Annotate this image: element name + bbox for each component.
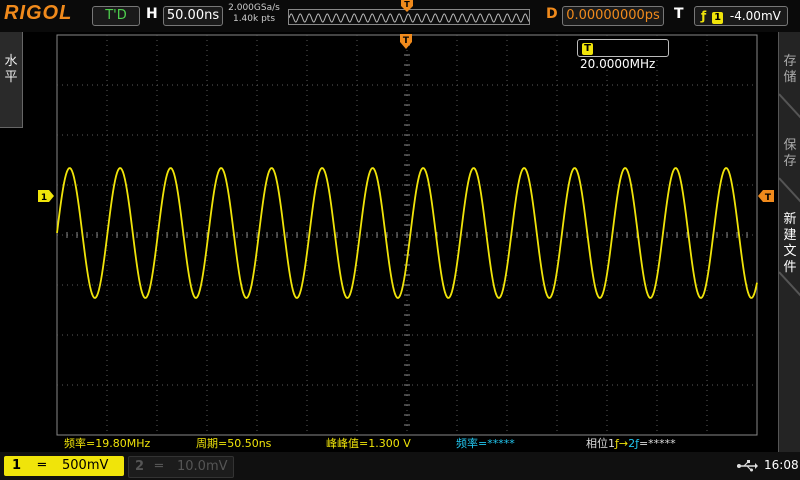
horizontal-menu-tab[interactable]: 水 平 <box>0 32 23 128</box>
softkey-dividers <box>779 93 800 297</box>
svg-text:T: T <box>403 36 410 46</box>
measurement-frequency: 频率=19.80MHz <box>64 437 151 450</box>
trigger-level-marker[interactable]: T <box>758 190 774 202</box>
delay-label: D <box>546 6 558 22</box>
trigger-settings[interactable]: ƒ 1 -4.00mV <box>694 6 788 26</box>
memory-depth: 1.40k pts <box>232 14 276 24</box>
ch1-offset-marker[interactable]: 1 <box>38 190 54 202</box>
dc-coupling-icon: ═ <box>38 458 46 473</box>
ch1-scale: 500mV <box>62 458 109 473</box>
brand-logo: RIGOL <box>4 2 73 24</box>
phase-value: =***** <box>638 437 676 450</box>
phase-label: 相位1 <box>586 437 615 450</box>
clock: 16:08 <box>764 458 799 472</box>
trigger-label: T <box>674 6 684 22</box>
rising-edge-icon: ƒ <box>701 9 707 23</box>
ch1-channel-button[interactable]: 1 ═ 500mV <box>4 456 124 476</box>
memory-waveform <box>288 13 530 23</box>
measurement-period: 周期=50.50ns <box>196 437 272 450</box>
ch2-channel-button[interactable]: 2 ═ 10.0mV <box>128 456 234 478</box>
sample-rate: 2.000GSa/s <box>228 3 280 13</box>
counter-badge: T <box>582 43 593 55</box>
memory-overview[interactable]: T <box>288 0 530 25</box>
trigger-source-badge: 1 <box>712 12 724 24</box>
waveform-display[interactable] <box>56 34 758 436</box>
ch2-edge-icon: 2ƒ <box>628 437 639 450</box>
svg-text:1: 1 <box>41 193 47 202</box>
memory-trigger-marker: T <box>401 0 413 12</box>
measurement-phase: 相位1ƒ→2ƒ=***** <box>586 437 726 451</box>
frequency-counter: T 20.0000MHz <box>577 39 669 71</box>
svg-text:T: T <box>404 0 410 9</box>
timebase-value[interactable]: 50.00ns <box>163 6 223 26</box>
svg-text:T: T <box>765 193 772 202</box>
trigger-position-marker[interactable]: T <box>400 34 412 50</box>
run-status[interactable]: T'D <box>92 6 140 26</box>
ch2-scale: 10.0mV <box>177 459 228 474</box>
acquisition-info: 2.000GSa/s 1.40k pts <box>226 3 282 25</box>
measurement-ch2-frequency: 频率=***** <box>456 437 515 450</box>
trigger-level: -4.00mV <box>729 9 781 23</box>
horizontal-menu-char: 水 <box>4 54 18 69</box>
top-status-bar: RIGOL T'D H 50.00ns 2.000GSa/s 1.40k pts… <box>0 0 800 32</box>
horizontal-menu-char: 平 <box>4 70 18 85</box>
counter-value: 20.0000MHz <box>580 57 656 71</box>
measurement-vpp: 峰峰值=1.300 V <box>326 437 411 450</box>
ch2-number: 2 <box>135 459 145 474</box>
usb-icon <box>737 460 758 472</box>
ch1-arrow-icon: ƒ→ <box>615 437 629 450</box>
ch1-number: 1 <box>12 458 22 473</box>
dc-coupling-icon: ═ <box>155 459 163 474</box>
horizontal-label: H <box>146 6 158 22</box>
delay-value[interactable]: 0.00000000ps <box>562 6 664 26</box>
right-softkey-menu: 存 储 保 存 新 建 文 件 <box>778 32 800 452</box>
